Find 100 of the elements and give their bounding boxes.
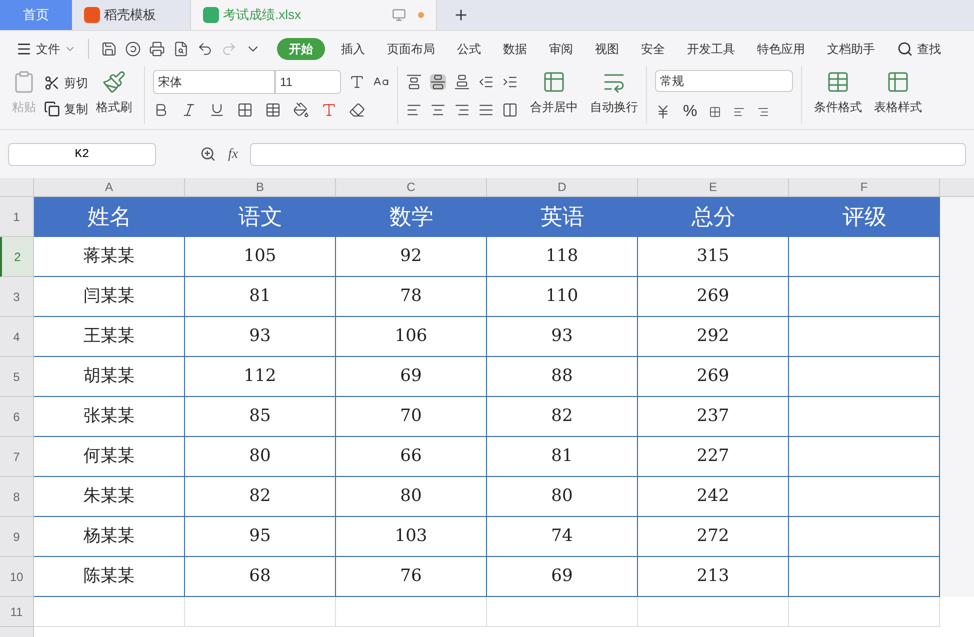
table-cell: 80 <box>336 477 487 517</box>
table-header-cell: 语文 <box>185 197 336 237</box>
ribbon-tab[interactable]: 开发工具 <box>687 40 735 58</box>
spreadsheet-logo-icon <box>203 7 219 23</box>
decrease-decimal-icon[interactable] <box>757 106 770 118</box>
grow-font-icon[interactable] <box>349 74 365 90</box>
justify-icon[interactable] <box>478 102 494 118</box>
table-cell: 95 <box>185 517 336 557</box>
ribbon-tab[interactable]: 视图 <box>595 40 619 58</box>
ribbon-tab[interactable]: 审阅 <box>549 40 573 58</box>
column-header[interactable]: B <box>185 178 336 196</box>
print-preview-icon[interactable] <box>173 40 189 56</box>
table-cell: 王某某 <box>34 317 185 357</box>
formula-field[interactable] <box>250 142 966 166</box>
paintbrush-icon[interactable] <box>102 70 126 94</box>
table-header-cell: 总分 <box>638 197 789 237</box>
align-top-icon[interactable] <box>406 74 422 90</box>
table-cell: 68 <box>185 557 336 597</box>
undo-icon[interactable] <box>197 40 213 56</box>
row-header[interactable]: 9 <box>0 517 34 557</box>
align-right-icon[interactable] <box>454 102 470 118</box>
table-cell: 81 <box>487 437 638 477</box>
table-cell: 69 <box>336 357 487 397</box>
thousands-separator-icon[interactable] <box>709 106 722 118</box>
font-select[interactable]: 宋体 <box>153 70 275 94</box>
underline-icon[interactable] <box>209 102 225 118</box>
align-left-icon[interactable] <box>406 102 422 118</box>
table-header-cell: 姓名 <box>34 197 185 237</box>
border-icon[interactable] <box>237 102 253 118</box>
table-cell: 闫某某 <box>34 277 185 317</box>
conditional-format-button[interactable]: 条件格式 <box>814 98 862 116</box>
table-header-cell: 数学 <box>336 197 487 237</box>
column-header[interactable]: E <box>638 178 789 196</box>
save-icon[interactable] <box>101 40 117 56</box>
cut-button[interactable]: 剪切 <box>44 74 88 92</box>
percent-button[interactable]: % <box>683 100 698 124</box>
table-cell: 82 <box>185 477 336 517</box>
table-cell: 何某某 <box>34 437 185 477</box>
format-painter-button[interactable]: 格式刷 <box>96 98 132 116</box>
table-cell: 112 <box>185 357 336 397</box>
column-header[interactable]: A <box>34 178 185 196</box>
cell-style-icon[interactable] <box>265 102 281 118</box>
table-cell: 88 <box>487 357 638 397</box>
eraser-icon[interactable] <box>349 102 365 118</box>
row-header[interactable]: 7 <box>0 437 34 477</box>
ribbon-tab[interactable]: 数据 <box>503 40 527 58</box>
align-center-icon[interactable] <box>430 102 446 118</box>
font-color-icon[interactable] <box>321 102 337 118</box>
italic-icon[interactable] <box>181 102 197 118</box>
table-cell: 103 <box>336 517 487 557</box>
table-style-button[interactable]: 表格样式 <box>874 98 922 116</box>
ribbon-tab[interactable]: 页面布局 <box>387 40 435 58</box>
merge-center-button[interactable]: 合并居中 <box>530 98 578 116</box>
row-header[interactable]: 6 <box>0 397 34 437</box>
ribbon-tab[interactable]: 安全 <box>641 40 665 58</box>
table-style-icon[interactable] <box>886 70 910 94</box>
number-format-select[interactable]: 常规 <box>655 70 793 92</box>
row-header[interactable]: 2 <box>0 237 34 277</box>
name-box[interactable]: K2 <box>8 142 156 166</box>
file-menu[interactable]: 文件 <box>16 40 76 58</box>
align-middle-icon[interactable] <box>430 74 446 90</box>
fx-label[interactable]: fx <box>228 144 238 164</box>
row-header[interactable]: 1 <box>0 197 34 237</box>
row-header[interactable]: 8 <box>0 477 34 517</box>
increase-decimal-icon[interactable] <box>733 106 746 118</box>
row-header[interactable]: 5 <box>0 357 34 397</box>
table-cell: 105 <box>185 237 336 277</box>
new-tab-icon[interactable] <box>453 7 469 23</box>
row-header[interactable]: 10 <box>0 557 34 597</box>
ribbon-tab[interactable]: 特色应用 <box>757 40 805 58</box>
column-header[interactable]: C <box>336 178 487 196</box>
ribbon-tab[interactable]: 插入 <box>341 40 365 58</box>
search-button[interactable]: 查找 <box>897 40 941 58</box>
print-icon[interactable] <box>149 40 165 56</box>
table-cell: 93 <box>487 317 638 357</box>
font-size-select[interactable]: 11 <box>275 70 341 94</box>
wrap-text-button[interactable]: 自动换行 <box>590 98 638 116</box>
column-header[interactable]: F <box>789 178 940 196</box>
table-cell: 269 <box>638 357 789 397</box>
fill-color-icon[interactable] <box>293 102 309 118</box>
copy-button[interactable]: 复制 <box>44 100 88 118</box>
outdent-icon[interactable] <box>478 74 494 90</box>
conditional-format-icon[interactable] <box>826 70 850 94</box>
table-cell: 80 <box>185 437 336 477</box>
row-header[interactable]: 3 <box>0 277 34 317</box>
merge-cells-icon[interactable] <box>542 70 566 94</box>
table-cell: 213 <box>638 557 789 597</box>
indent-icon[interactable] <box>502 74 518 90</box>
row-header[interactable]: 4 <box>0 317 34 357</box>
ribbon-tab[interactable]: 文档助手 <box>827 40 875 58</box>
column-header[interactable]: D <box>487 178 638 196</box>
table-cell: 106 <box>336 317 487 357</box>
zoom-icon[interactable] <box>200 146 216 162</box>
ribbon-tab[interactable]: 公式 <box>457 40 481 58</box>
table-cell: 66 <box>336 437 487 477</box>
row-header[interactable]: 11 <box>0 597 34 627</box>
monitor-icon[interactable] <box>392 8 406 22</box>
align-bottom-icon[interactable] <box>454 74 470 90</box>
table-cell: 315 <box>638 237 789 277</box>
distribute-icon[interactable] <box>502 102 518 118</box>
